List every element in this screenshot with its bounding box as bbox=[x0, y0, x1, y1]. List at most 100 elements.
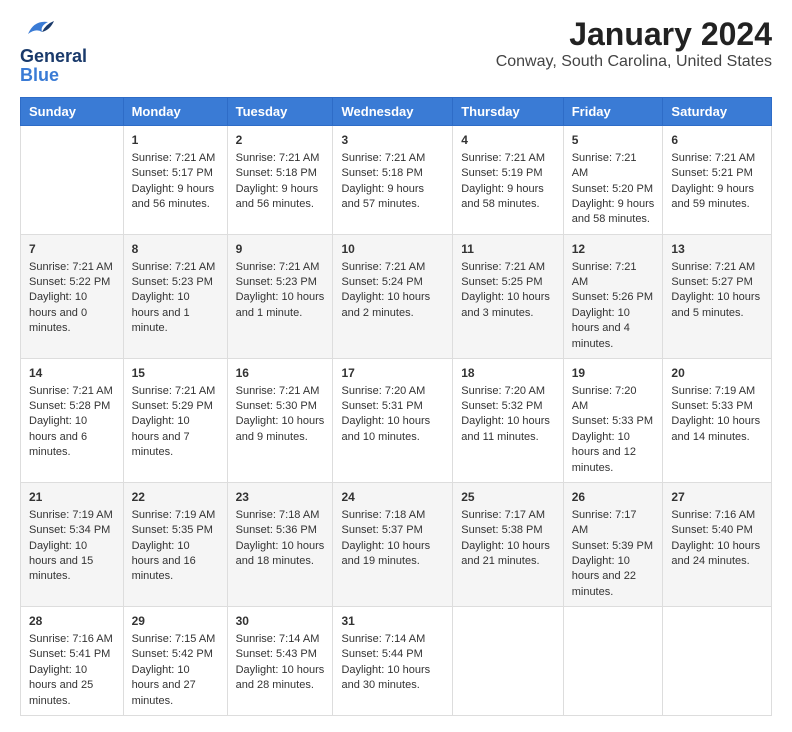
page-title: January 2024 bbox=[496, 16, 772, 53]
logo-blue: Blue bbox=[20, 65, 59, 85]
sunset-text: Sunset: 5:35 PM bbox=[132, 524, 213, 536]
date-number: 1 bbox=[132, 132, 219, 149]
daylight-text: Daylight: 10 hours and 22 minutes. bbox=[572, 555, 636, 598]
date-number: 5 bbox=[572, 132, 655, 149]
calendar-cell: 6Sunrise: 7:21 AMSunset: 5:21 PMDaylight… bbox=[663, 126, 772, 235]
calendar-header-row: SundayMondayTuesdayWednesdayThursdayFrid… bbox=[21, 98, 772, 126]
calendar-cell: 14Sunrise: 7:21 AMSunset: 5:28 PMDayligh… bbox=[21, 358, 124, 482]
calendar-cell: 18Sunrise: 7:20 AMSunset: 5:32 PMDayligh… bbox=[453, 358, 563, 482]
calendar-cell: 29 Sunrise: 7:15 AM Sunset: 5:42 PM Dayligh… bbox=[123, 607, 227, 716]
logo: General Blue bbox=[20, 16, 87, 85]
sunrise-text: Sunrise: 7:16 AM bbox=[671, 509, 755, 521]
calendar-cell: 25Sunrise: 7:17 AMSunset: 5:38 PMDayligh… bbox=[453, 483, 563, 607]
page-header: General Blue January 2024 Conway, South … bbox=[20, 16, 772, 85]
sunset-text: Sunset: 5:18 PM bbox=[236, 167, 317, 179]
sunset-text: Sunset: 5:43 PM bbox=[236, 648, 317, 660]
calendar-cell: 15Sunrise: 7:21 AMSunset: 5:29 PMDayligh… bbox=[123, 358, 227, 482]
sunset-text: Sunset: 5:23 PM bbox=[132, 276, 213, 288]
calendar-week-row: 7 Sunrise: 7:21 AM Sunset: 5:22 PM Daylight… bbox=[21, 234, 772, 358]
sunset-text: Sunset: 5:18 PM bbox=[341, 167, 422, 179]
sunset-text: Sunset: 5:30 PM bbox=[236, 400, 317, 412]
calendar-cell bbox=[663, 607, 772, 716]
sunrise-text: Sunrise: 7:21 AM bbox=[461, 261, 545, 273]
sunset-text: Sunset: 5:44 PM bbox=[341, 648, 422, 660]
calendar-cell: 10Sunrise: 7:21 AMSunset: 5:24 PMDayligh… bbox=[333, 234, 453, 358]
logo-bird-icon bbox=[20, 16, 56, 46]
date-number: 19 bbox=[572, 365, 655, 382]
date-number: 3 bbox=[341, 132, 444, 149]
calendar-cell: 30Sunrise: 7:14 AMSunset: 5:43 PMDayligh… bbox=[227, 607, 333, 716]
date-number: 16 bbox=[236, 365, 325, 382]
daylight-text: Daylight: 10 hours and 3 minutes. bbox=[461, 291, 550, 318]
sunset-text: Sunset: 5:27 PM bbox=[671, 276, 752, 288]
logo-general: General bbox=[20, 46, 87, 66]
daylight-text: Daylight: 10 hours and 16 minutes. bbox=[132, 540, 196, 583]
sunrise-text: Sunrise: 7:20 AM bbox=[461, 385, 545, 397]
date-number: 21 bbox=[29, 489, 115, 506]
sunset-text: Sunset: 5:22 PM bbox=[29, 276, 110, 288]
calendar-cell: 24Sunrise: 7:18 AMSunset: 5:37 PMDayligh… bbox=[333, 483, 453, 607]
calendar-cell: 8Sunrise: 7:21 AMSunset: 5:23 PMDaylight… bbox=[123, 234, 227, 358]
sunrise-text: Sunrise: 7:20 AM bbox=[572, 385, 637, 412]
calendar-cell: 19Sunrise: 7:20 AMSunset: 5:33 PMDayligh… bbox=[563, 358, 663, 482]
calendar-cell: 2Sunrise: 7:21 AMSunset: 5:18 PMDaylight… bbox=[227, 126, 333, 235]
date-number: 25 bbox=[461, 489, 554, 506]
date-number: 9 bbox=[236, 241, 325, 258]
sunrise-text: Sunrise: 7:21 AM bbox=[671, 261, 755, 273]
daylight-text: Daylight: 10 hours and 19 minutes. bbox=[341, 540, 430, 567]
daylight-text: Daylight: 10 hours and 9 minutes. bbox=[236, 415, 325, 442]
sunrise-text: Sunrise: 7:21 AM bbox=[236, 261, 320, 273]
date-number: 7 bbox=[29, 241, 115, 258]
daylight-text: Daylight: 10 hours and 27 minutes. bbox=[132, 664, 196, 707]
date-number: 30 bbox=[236, 613, 325, 630]
sunrise-text: Sunrise: 7:17 AM bbox=[572, 509, 637, 536]
sunrise-text: Sunrise: 7:17 AM bbox=[461, 509, 545, 521]
date-number: 12 bbox=[572, 241, 655, 258]
date-number: 22 bbox=[132, 489, 219, 506]
sunset-text: Sunset: 5:32 PM bbox=[461, 400, 542, 412]
calendar-cell: 17Sunrise: 7:20 AMSunset: 5:31 PMDayligh… bbox=[333, 358, 453, 482]
calendar-cell bbox=[563, 607, 663, 716]
calendar-cell: 22Sunrise: 7:19 AMSunset: 5:35 PMDayligh… bbox=[123, 483, 227, 607]
calendar-cell: 31Sunrise: 7:14 AMSunset: 5:44 PMDayligh… bbox=[333, 607, 453, 716]
sunrise-text: Sunrise: 7:21 AM bbox=[236, 385, 320, 397]
sunrise-text: Sunrise: 7:14 AM bbox=[341, 633, 425, 645]
sunset-text: Sunset: 5:23 PM bbox=[236, 276, 317, 288]
daylight-text: Daylight: 10 hours and 12 minutes. bbox=[572, 431, 636, 474]
header-saturday: Saturday bbox=[663, 98, 772, 126]
title-block: January 2024 Conway, South Carolina, Uni… bbox=[496, 16, 772, 71]
daylight-text: Daylight: 10 hours and 21 minutes. bbox=[461, 540, 550, 567]
date-number: 31 bbox=[341, 613, 444, 630]
sunrise-text: Sunrise: 7:15 AM bbox=[132, 633, 216, 645]
daylight-text: Daylight: 10 hours and 25 minutes. bbox=[29, 664, 93, 707]
date-number: 10 bbox=[341, 241, 444, 258]
sunset-text: Sunset: 5:36 PM bbox=[236, 524, 317, 536]
sunrise-text: Sunrise: 7:21 AM bbox=[572, 152, 637, 179]
sunrise-text: Sunrise: 7:21 AM bbox=[236, 152, 320, 164]
sunrise-text: Sunrise: 7:21 AM bbox=[29, 385, 113, 397]
daylight-text: Daylight: 10 hours and 7 minutes. bbox=[132, 415, 190, 458]
calendar-cell: 28Sunrise: 7:16 AMSunset: 5:41 PMDayligh… bbox=[21, 607, 124, 716]
date-number: 28 bbox=[29, 613, 115, 630]
sunrise-text: Sunrise: 7:19 AM bbox=[29, 509, 113, 521]
sunset-text: Sunset: 5:34 PM bbox=[29, 524, 110, 536]
header-monday: Monday bbox=[123, 98, 227, 126]
date-number: 6 bbox=[671, 132, 763, 149]
sunset-text: Sunset: 5:29 PM bbox=[132, 400, 213, 412]
date-number: 29 bbox=[132, 613, 219, 630]
sunrise-text: Sunrise: 7:20 AM bbox=[341, 385, 425, 397]
date-number: 20 bbox=[671, 365, 763, 382]
calendar-week-row: 14Sunrise: 7:21 AMSunset: 5:28 PMDayligh… bbox=[21, 358, 772, 482]
sunset-text: Sunset: 5:42 PM bbox=[132, 648, 213, 660]
calendar-cell: 16 Sunrise: 7:21 AM Sunset: 5:30 PM Dayligh… bbox=[227, 358, 333, 482]
calendar-cell: 13Sunrise: 7:21 AMSunset: 5:27 PMDayligh… bbox=[663, 234, 772, 358]
sunrise-text: Sunrise: 7:21 AM bbox=[132, 385, 216, 397]
sunrise-text: Sunrise: 7:19 AM bbox=[671, 385, 755, 397]
sunset-text: Sunset: 5:17 PM bbox=[132, 167, 213, 179]
calendar-week-row: 1Sunrise: 7:21 AMSunset: 5:17 PMDaylight… bbox=[21, 126, 772, 235]
daylight-text: Daylight: 10 hours and 1 minute. bbox=[236, 291, 325, 318]
sunset-text: Sunset: 5:21 PM bbox=[671, 167, 752, 179]
page-subtitle: Conway, South Carolina, United States bbox=[496, 53, 772, 71]
sunset-text: Sunset: 5:28 PM bbox=[29, 400, 110, 412]
sunrise-text: Sunrise: 7:21 AM bbox=[341, 261, 425, 273]
